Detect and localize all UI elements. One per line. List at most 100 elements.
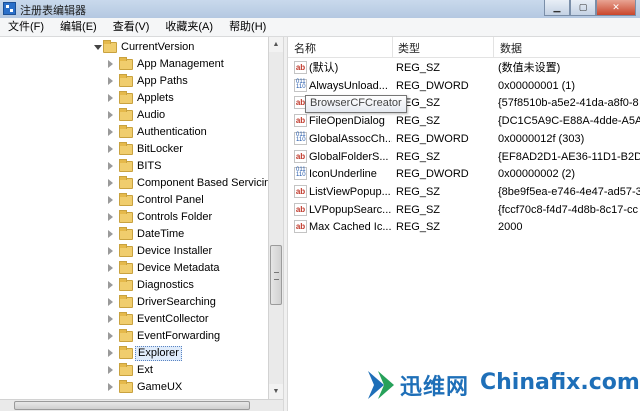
expand-arrow-icon[interactable] bbox=[108, 366, 113, 374]
menu-file[interactable]: 文件(F) bbox=[0, 18, 52, 36]
registry-tree[interactable]: CurrentVersion App Management App Paths App… bbox=[0, 37, 268, 399]
column-type-header[interactable]: 类型 bbox=[398, 40, 420, 56]
tree-node-label: App Paths bbox=[137, 75, 188, 87]
tree-node-applets[interactable]: Applets bbox=[0, 90, 268, 107]
tree-scroll-thumb[interactable] bbox=[270, 245, 282, 305]
expand-arrow-icon[interactable] bbox=[108, 264, 113, 272]
value-data: {57f8510b-a5e2-41da-a8f0-8 bbox=[498, 97, 639, 110]
tree-vertical-scrollbar[interactable]: ▲ ▼ bbox=[268, 37, 283, 399]
value-name: Max Cached Ic... bbox=[309, 221, 392, 234]
tree-node-control-panel[interactable]: Control Panel bbox=[0, 192, 268, 209]
registry-value-row[interactable]: 011 110 AlwaysUnload... REG_DWORD 0x00000001… bbox=[288, 77, 640, 95]
dword-value-icon: 011 110 bbox=[294, 167, 307, 181]
tree-node-diagnostics[interactable]: Diagnostics bbox=[0, 277, 268, 294]
registry-value-row[interactable]: ab Max Cached Ic... REG_SZ 2000 bbox=[288, 218, 640, 236]
folder-icon bbox=[119, 159, 133, 172]
scroll-down-arrow-icon[interactable]: ▼ bbox=[269, 384, 283, 399]
tree-node-driversearching[interactable]: DriverSearching bbox=[0, 294, 268, 311]
expand-arrow-icon[interactable] bbox=[108, 60, 113, 68]
maximize-button[interactable]: ▢ bbox=[570, 0, 596, 16]
registry-value-row[interactable]: ab LVPopupSearc... REG_SZ {fccf70c8-f4d7-4d… bbox=[288, 201, 640, 219]
expand-arrow-icon[interactable] bbox=[108, 196, 113, 204]
tree-node-bits[interactable]: BITS bbox=[0, 158, 268, 175]
expand-arrow-icon[interactable] bbox=[108, 77, 113, 85]
value-name: IconUnderline bbox=[309, 168, 377, 181]
collapse-arrow-icon[interactable] bbox=[94, 45, 102, 50]
expand-arrow-icon[interactable] bbox=[108, 230, 113, 238]
expand-arrow-icon[interactable] bbox=[108, 332, 113, 340]
tree-node-datetime[interactable]: DateTime bbox=[0, 226, 268, 243]
expand-arrow-icon[interactable] bbox=[108, 281, 113, 289]
tree-node-audio[interactable]: Audio bbox=[0, 107, 268, 124]
list-header: 名称 类型 数据 bbox=[288, 37, 640, 58]
tree-node-eventcollector[interactable]: EventCollector bbox=[0, 311, 268, 328]
expand-arrow-icon[interactable] bbox=[108, 349, 113, 357]
tree-node-label: Explorer bbox=[135, 346, 182, 361]
tree-node-app-paths[interactable]: App Paths bbox=[0, 73, 268, 90]
column-divider[interactable] bbox=[392, 37, 393, 57]
expand-arrow-icon[interactable] bbox=[108, 162, 113, 170]
tree-node-label: Controls Folder bbox=[137, 211, 213, 223]
menu-help[interactable]: 帮助(H) bbox=[221, 18, 274, 36]
tree-node-controls-folder[interactable]: Controls Folder bbox=[0, 209, 268, 226]
tree-node-app-management[interactable]: App Management bbox=[0, 56, 268, 73]
expand-arrow-icon[interactable] bbox=[108, 94, 113, 102]
folder-icon bbox=[119, 244, 133, 257]
tree-node-label: Authentication bbox=[137, 126, 207, 138]
expand-arrow-icon[interactable] bbox=[108, 247, 113, 255]
value-type: REG_DWORD bbox=[396, 132, 469, 145]
expand-arrow-icon[interactable] bbox=[108, 111, 113, 119]
expand-arrow-icon[interactable] bbox=[108, 315, 113, 323]
string-value-icon: ab bbox=[294, 149, 307, 163]
registry-value-row[interactable]: ab ListViewPopup... REG_SZ {8be9f5ea-e746-4… bbox=[288, 183, 640, 201]
folder-icon bbox=[119, 142, 133, 155]
column-name-header[interactable]: 名称 bbox=[294, 40, 316, 56]
registry-value-row[interactable]: 011 110 GlobalAssocCh... REG_DWORD 0x0000012… bbox=[288, 130, 640, 148]
menu-view[interactable]: 查看(V) bbox=[105, 18, 158, 36]
expand-arrow-icon[interactable] bbox=[108, 213, 113, 221]
registry-value-row[interactable]: ab FileOpenDialog REG_SZ {DC1C5A9C-E88A-4dd… bbox=[288, 112, 640, 130]
expand-arrow-icon[interactable] bbox=[108, 128, 113, 136]
value-type: REG_DWORD bbox=[396, 79, 469, 92]
tree-node-label: Control Panel bbox=[137, 194, 204, 206]
expand-arrow-icon[interactable] bbox=[108, 383, 113, 391]
folder-icon bbox=[119, 312, 133, 325]
registry-value-row[interactable]: ab (默认) REG_SZ (数值未设置) bbox=[288, 59, 640, 77]
tree-node-authentication[interactable]: Authentication bbox=[0, 124, 268, 141]
tree-horizontal-scrollbar[interactable] bbox=[0, 399, 283, 411]
expand-arrow-icon[interactable] bbox=[108, 179, 113, 187]
column-divider[interactable] bbox=[493, 37, 494, 57]
tree-node-currentversion[interactable]: CurrentVersion bbox=[0, 39, 268, 56]
name-tooltip: BrowserCFCreator bbox=[305, 95, 407, 113]
tree-node-gameux[interactable]: GameUX bbox=[0, 379, 268, 396]
tree-node-ext[interactable]: Ext bbox=[0, 362, 268, 379]
tree-node-explorer[interactable]: Explorer bbox=[0, 345, 268, 362]
values-list[interactable]: 名称 类型 数据 ab (默认) REG_SZ (数值未设置) 011 110 Always… bbox=[288, 37, 640, 411]
tree-node-device-metadata[interactable]: Device Metadata bbox=[0, 260, 268, 277]
tree-node-label: Device Metadata bbox=[137, 262, 220, 274]
tree-node-eventforwarding[interactable]: EventForwarding bbox=[0, 328, 268, 345]
close-button[interactable]: ✕ bbox=[596, 0, 636, 16]
tree-node-component-based-servicin[interactable]: Component Based Servicin bbox=[0, 175, 268, 192]
tree-node-label: EventForwarding bbox=[137, 330, 221, 342]
scroll-up-arrow-icon[interactable]: ▲ bbox=[269, 37, 283, 52]
menu-edit[interactable]: 编辑(E) bbox=[52, 18, 105, 36]
column-data-header[interactable]: 数据 bbox=[500, 40, 522, 56]
folder-icon bbox=[119, 278, 133, 291]
value-name: AlwaysUnload... bbox=[309, 79, 388, 92]
expand-arrow-icon[interactable] bbox=[108, 145, 113, 153]
folder-icon bbox=[119, 125, 133, 138]
watermark: 迅维网 Chinafix.com bbox=[362, 360, 640, 411]
minimize-button[interactable]: ▁ bbox=[544, 0, 570, 16]
value-type: REG_DWORD bbox=[396, 168, 469, 181]
folder-icon bbox=[119, 295, 133, 308]
string-value-icon: ab bbox=[294, 202, 307, 216]
registry-value-row[interactable]: ab GlobalFolderS... REG_SZ {EF8AD2D1-AE36-1… bbox=[288, 148, 640, 166]
tree-node-bitlocker[interactable]: BitLocker bbox=[0, 141, 268, 158]
tree-node-device-installer[interactable]: Device Installer bbox=[0, 243, 268, 260]
menu-favorites[interactable]: 收藏夹(A) bbox=[157, 18, 221, 36]
tree-node-label: EventCollector bbox=[137, 313, 209, 325]
registry-value-row[interactable]: 011 110 IconUnderline REG_DWORD 0x00000002 (… bbox=[288, 165, 640, 183]
expand-arrow-icon[interactable] bbox=[108, 298, 113, 306]
tree-hscroll-thumb[interactable] bbox=[14, 401, 250, 410]
